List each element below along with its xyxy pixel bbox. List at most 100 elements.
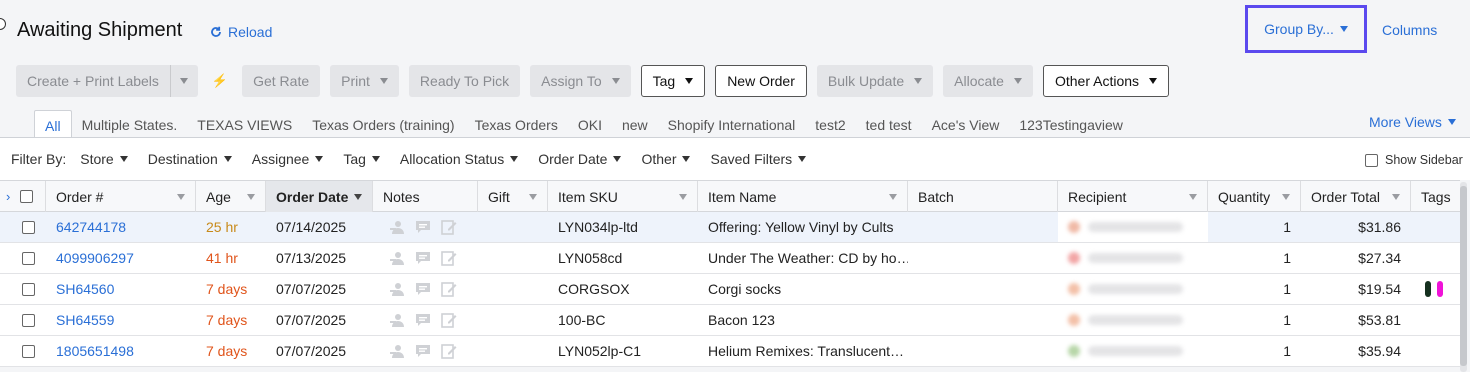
filter-assignee[interactable]: Assignee: [252, 151, 324, 167]
edit-note-icon[interactable]: [441, 250, 457, 266]
age-value: 7 days: [206, 281, 248, 297]
col-notes[interactable]: Notes: [373, 181, 478, 212]
filter-destination[interactable]: Destination: [148, 151, 232, 167]
col-age[interactable]: Age: [196, 181, 266, 212]
tab-texas-orders[interactable]: Texas Orders: [465, 110, 568, 138]
create-print-labels-button[interactable]: Create + Print Labels: [16, 65, 170, 97]
tags-cell: [1411, 274, 1460, 304]
table-row[interactable]: SH64559 7 days 07/07/2025 100-BC Bacon 1…: [0, 305, 1460, 336]
row-checkbox[interactable]: [22, 220, 35, 234]
customer-note-icon[interactable]: [415, 250, 431, 266]
internal-note-icon[interactable]: [389, 343, 405, 359]
show-sidebar-toggle[interactable]: Show Sidebar: [1365, 153, 1463, 167]
tab-texas-views[interactable]: TEXAS VIEWS: [187, 110, 302, 138]
chevron-down-icon: [177, 193, 185, 200]
tab-multiple-states[interactable]: Multiple States.: [72, 110, 188, 138]
table-row[interactable]: 4099906297 41 hr 07/13/2025 LYN058cd Und…: [0, 243, 1460, 274]
order-number-link[interactable]: SH64560: [56, 281, 114, 297]
edit-note-icon[interactable]: [441, 343, 457, 359]
order-number-link[interactable]: SH64559: [56, 312, 114, 328]
col-recipient[interactable]: Recipient: [1058, 181, 1208, 212]
edit-note-icon[interactable]: [441, 281, 457, 297]
row-checkbox[interactable]: [22, 251, 35, 265]
tab-all[interactable]: All: [34, 110, 72, 138]
customer-note-icon[interactable]: [415, 281, 431, 297]
internal-note-icon[interactable]: [389, 219, 405, 235]
internal-note-icon[interactable]: [389, 250, 405, 266]
gift-cell: [478, 336, 548, 366]
order-number-link[interactable]: 4099906297: [56, 250, 134, 266]
tab-new[interactable]: new: [612, 110, 658, 138]
get-rate-button[interactable]: Get Rate: [242, 65, 321, 97]
tab-aces-view[interactable]: Ace's View: [922, 110, 1010, 138]
row-select-cell: [0, 243, 46, 273]
chevron-down-icon: [1149, 78, 1158, 84]
bulk-update-label: Bulk Update: [827, 73, 905, 89]
order-number-link[interactable]: 1805651498: [56, 343, 134, 359]
col-quantity[interactable]: Quantity: [1208, 181, 1301, 212]
filter-label: Saved Filters: [710, 151, 793, 167]
col-item-sku[interactable]: Item SKU: [548, 181, 698, 212]
col-tags[interactable]: Tags: [1411, 181, 1460, 212]
filter-label: Tag: [343, 151, 366, 167]
customer-note-icon[interactable]: [415, 219, 431, 235]
create-print-dropdown-button[interactable]: [169, 65, 198, 97]
tab-test2[interactable]: test2: [805, 110, 855, 138]
col-gift[interactable]: Gift: [478, 181, 548, 212]
row-checkbox[interactable]: [22, 313, 35, 327]
refresh-icon: [211, 26, 221, 37]
reload-button[interactable]: Reload: [210, 24, 272, 40]
group-by-button[interactable]: Group By...: [1245, 5, 1367, 53]
show-sidebar-checkbox[interactable]: [1365, 153, 1378, 167]
expand-sidebar-icon[interactable]: ›: [6, 189, 10, 204]
filter-store[interactable]: Store: [80, 151, 128, 167]
table-row[interactable]: 1805651498 7 days 07/07/2025 LYN052lp-C1…: [0, 336, 1460, 367]
item-sku-cell: CORGSOX: [558, 281, 630, 297]
col-order-number[interactable]: Order #: [46, 181, 196, 212]
edit-note-icon[interactable]: [441, 219, 457, 235]
ready-to-pick-button[interactable]: Ready To Pick: [408, 65, 521, 97]
col-order-total[interactable]: Order Total: [1301, 181, 1411, 212]
tab-shopify-international[interactable]: Shopify International: [658, 110, 806, 138]
tab-texas-orders-training[interactable]: Texas Orders (training): [302, 110, 464, 138]
customer-note-icon[interactable]: [415, 343, 431, 359]
print-button[interactable]: Print: [330, 65, 399, 97]
tab-ted-test[interactable]: ted test: [856, 110, 922, 138]
new-order-button[interactable]: New Order: [715, 65, 807, 97]
grid-scrollbar-thumb[interactable]: [1460, 186, 1467, 366]
tab-123testingaview[interactable]: 123Testingaview: [1009, 110, 1133, 138]
columns-button[interactable]: Columns: [1382, 22, 1437, 38]
left-edge-handle: [0, 18, 6, 30]
row-checkbox[interactable]: [22, 344, 35, 358]
select-all-checkbox[interactable]: [20, 190, 34, 203]
other-actions-button[interactable]: Other Actions: [1042, 65, 1170, 97]
recipient-name-redacted: [1088, 346, 1183, 356]
filter-label: Assignee: [251, 151, 310, 167]
filter-other[interactable]: Other: [641, 151, 691, 167]
more-views-button[interactable]: More Views: [1369, 114, 1456, 130]
allocate-button[interactable]: Allocate: [943, 65, 1033, 97]
other-actions-label: Other Actions: [1054, 73, 1140, 89]
table-row[interactable]: 642744178 25 hr 07/14/2025 LYN034lp-ltd …: [0, 212, 1460, 243]
filter-tag[interactable]: Tag: [343, 151, 380, 167]
internal-note-icon[interactable]: [389, 312, 405, 328]
filter-order-date[interactable]: Order Date: [538, 151, 622, 167]
tab-oki[interactable]: OKI: [568, 110, 612, 138]
internal-note-icon[interactable]: [389, 281, 405, 297]
filter-allocation-status[interactable]: Allocation Status: [400, 151, 519, 167]
edit-note-icon[interactable]: [441, 312, 457, 328]
row-checkbox[interactable]: [22, 282, 35, 296]
assign-to-button[interactable]: Assign To: [530, 65, 631, 97]
filter-saved-filters[interactable]: Saved Filters: [710, 151, 807, 167]
col-batch[interactable]: Batch: [908, 181, 1058, 212]
col-item-name[interactable]: Item Name: [698, 181, 908, 212]
age-value: 25 hr: [206, 219, 238, 235]
chevron-down-icon: [914, 78, 923, 84]
tag-button[interactable]: Tag: [640, 65, 706, 97]
bulk-update-button[interactable]: Bulk Update: [816, 65, 934, 97]
table-row[interactable]: SH64560 7 days 07/07/2025 CORGSOX Corgi …: [0, 274, 1460, 305]
order-number-link[interactable]: 642744178: [56, 219, 126, 235]
customer-note-icon[interactable]: [415, 312, 431, 328]
chevron-down-icon: [119, 156, 128, 162]
col-order-date[interactable]: Order Date: [266, 181, 373, 212]
